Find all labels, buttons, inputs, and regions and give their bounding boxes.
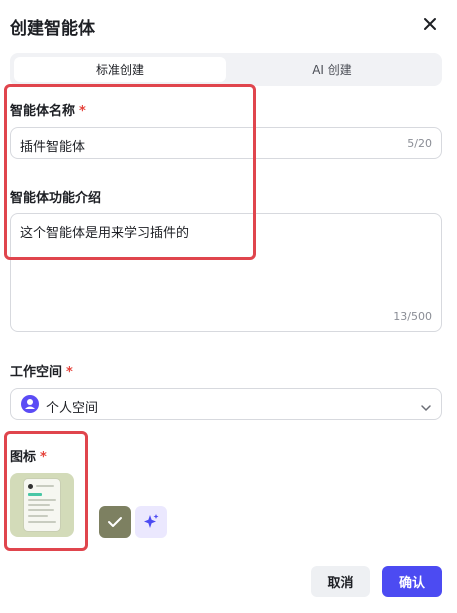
workspace-label: 工作空间 * — [10, 361, 73, 380]
icon-option-check[interactable] — [99, 506, 131, 538]
required-mark: * — [40, 450, 47, 465]
selected-agent-icon[interactable] — [10, 473, 74, 537]
dialog-title: 创建智能体 — [10, 19, 95, 39]
creation-mode-tabs: 标准创建 AI 创建 — [10, 53, 442, 86]
workspace-select[interactable]: 个人空间 — [10, 388, 442, 420]
ai-generate-icon-button[interactable] — [135, 506, 167, 538]
cancel-button[interactable]: 取消 — [311, 566, 370, 597]
confirm-button[interactable]: 确认 — [382, 566, 442, 597]
name-field-value: 插件智能体 — [20, 140, 86, 155]
icon-label: 图标 * — [10, 446, 47, 465]
sparkle-icon — [144, 514, 159, 528]
icon-label-text: 图标 — [10, 450, 37, 465]
name-char-counter: 5/20 — [407, 137, 432, 150]
description-field-value: 这个智能体是用来学习插件的 — [20, 226, 190, 241]
name-field[interactable]: 插件智能体 5/20 — [10, 127, 442, 159]
check-icon — [108, 517, 122, 527]
description-field[interactable]: 这个智能体是用来学习插件的 13/500 — [10, 213, 442, 332]
close-icon[interactable] — [420, 14, 440, 34]
chevron-down-icon — [420, 399, 432, 412]
app-screenshot-icon — [23, 478, 61, 532]
required-mark: * — [66, 365, 73, 380]
user-avatar-icon — [21, 395, 39, 413]
name-label: 智能体名称 * — [10, 100, 86, 119]
workspace-label-text: 工作空间 — [10, 365, 63, 380]
tab-standard-create[interactable]: 标准创建 — [14, 57, 226, 82]
description-char-counter: 13/500 — [393, 310, 432, 323]
description-label: 智能体功能介绍 — [10, 191, 102, 206]
tab-ai-create[interactable]: AI 创建 — [226, 57, 438, 82]
workspace-select-value: 个人空间 — [46, 401, 99, 416]
required-mark: * — [79, 104, 86, 119]
name-label-text: 智能体名称 — [10, 104, 76, 119]
